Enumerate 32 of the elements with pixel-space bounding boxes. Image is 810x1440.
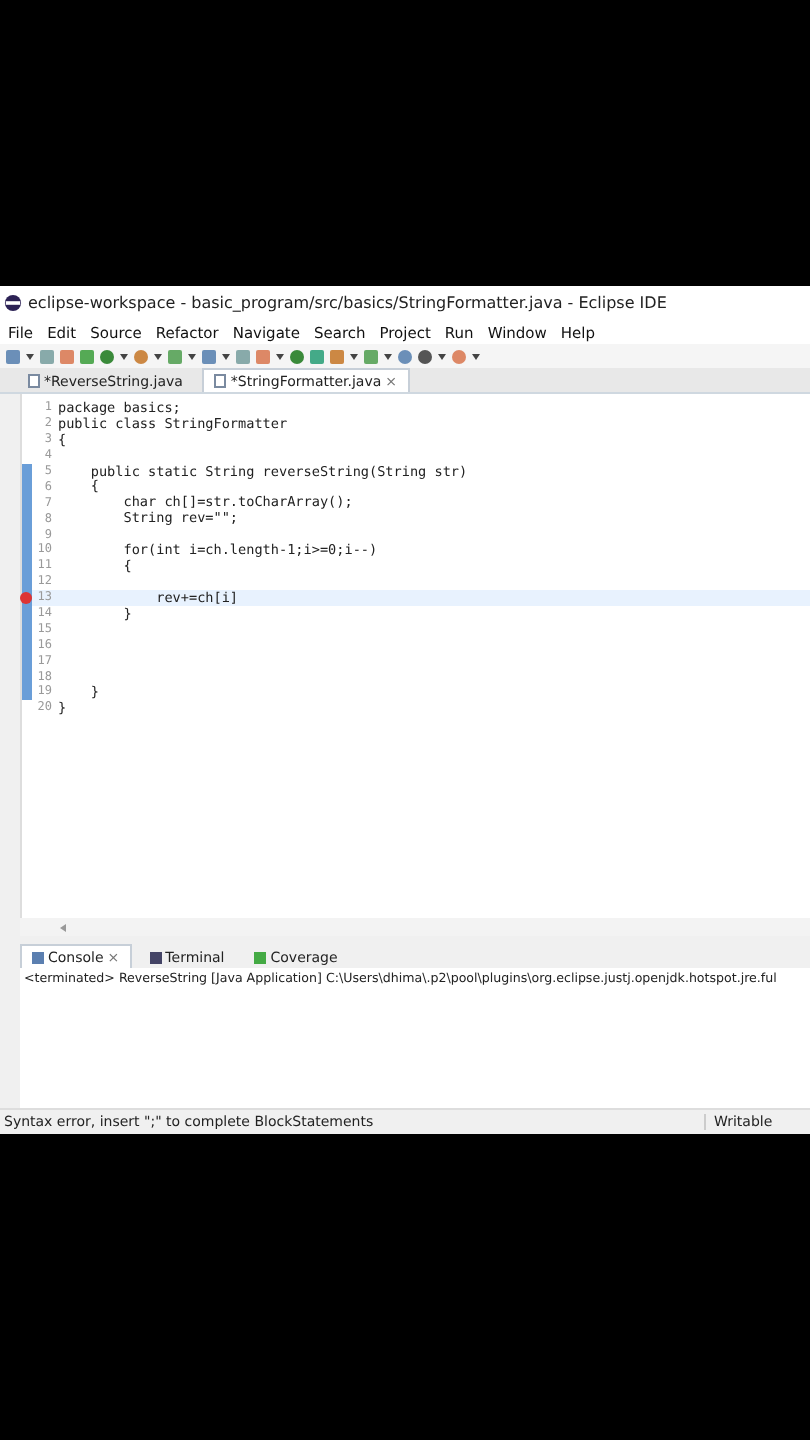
square-icon[interactable] — [364, 349, 378, 363]
caret-icon[interactable] — [222, 353, 230, 359]
caret-icon[interactable] — [384, 353, 392, 359]
panel-icon — [254, 951, 267, 963]
square-icon[interactable] — [236, 349, 250, 363]
square-icon[interactable] — [202, 349, 216, 363]
caret-icon[interactable] — [154, 353, 162, 359]
circle-icon[interactable] — [100, 349, 114, 363]
square-icon[interactable] — [40, 349, 54, 363]
file-icon — [28, 374, 40, 388]
window-title: eclipse-workspace - basic_program/src/basics/StringFormatter.java - Eclipse IDE — [28, 294, 667, 312]
scroll-left-icon[interactable] — [60, 923, 66, 931]
caret-icon[interactable] — [472, 353, 480, 359]
caret-icon[interactable] — [276, 353, 284, 359]
caret-icon[interactable] — [26, 353, 34, 359]
square-icon[interactable] — [168, 349, 182, 363]
caret-icon[interactable] — [350, 353, 358, 359]
square-icon[interactable] — [6, 349, 20, 363]
circle-icon[interactable] — [398, 349, 412, 363]
caret-icon[interactable] — [188, 353, 196, 359]
panel-icon — [149, 951, 162, 963]
file-icon — [214, 374, 227, 388]
caret-icon[interactable] — [120, 353, 128, 359]
square-icon[interactable] — [256, 349, 270, 363]
caret-icon[interactable] — [438, 353, 446, 359]
circle-icon[interactable] — [290, 349, 304, 363]
square-icon[interactable] — [330, 349, 344, 363]
square-icon[interactable] — [80, 349, 94, 363]
circle-icon[interactable] — [418, 349, 432, 363]
square-icon[interactable] — [60, 349, 74, 363]
square-icon[interactable] — [310, 349, 324, 363]
panel-icon — [32, 951, 44, 963]
